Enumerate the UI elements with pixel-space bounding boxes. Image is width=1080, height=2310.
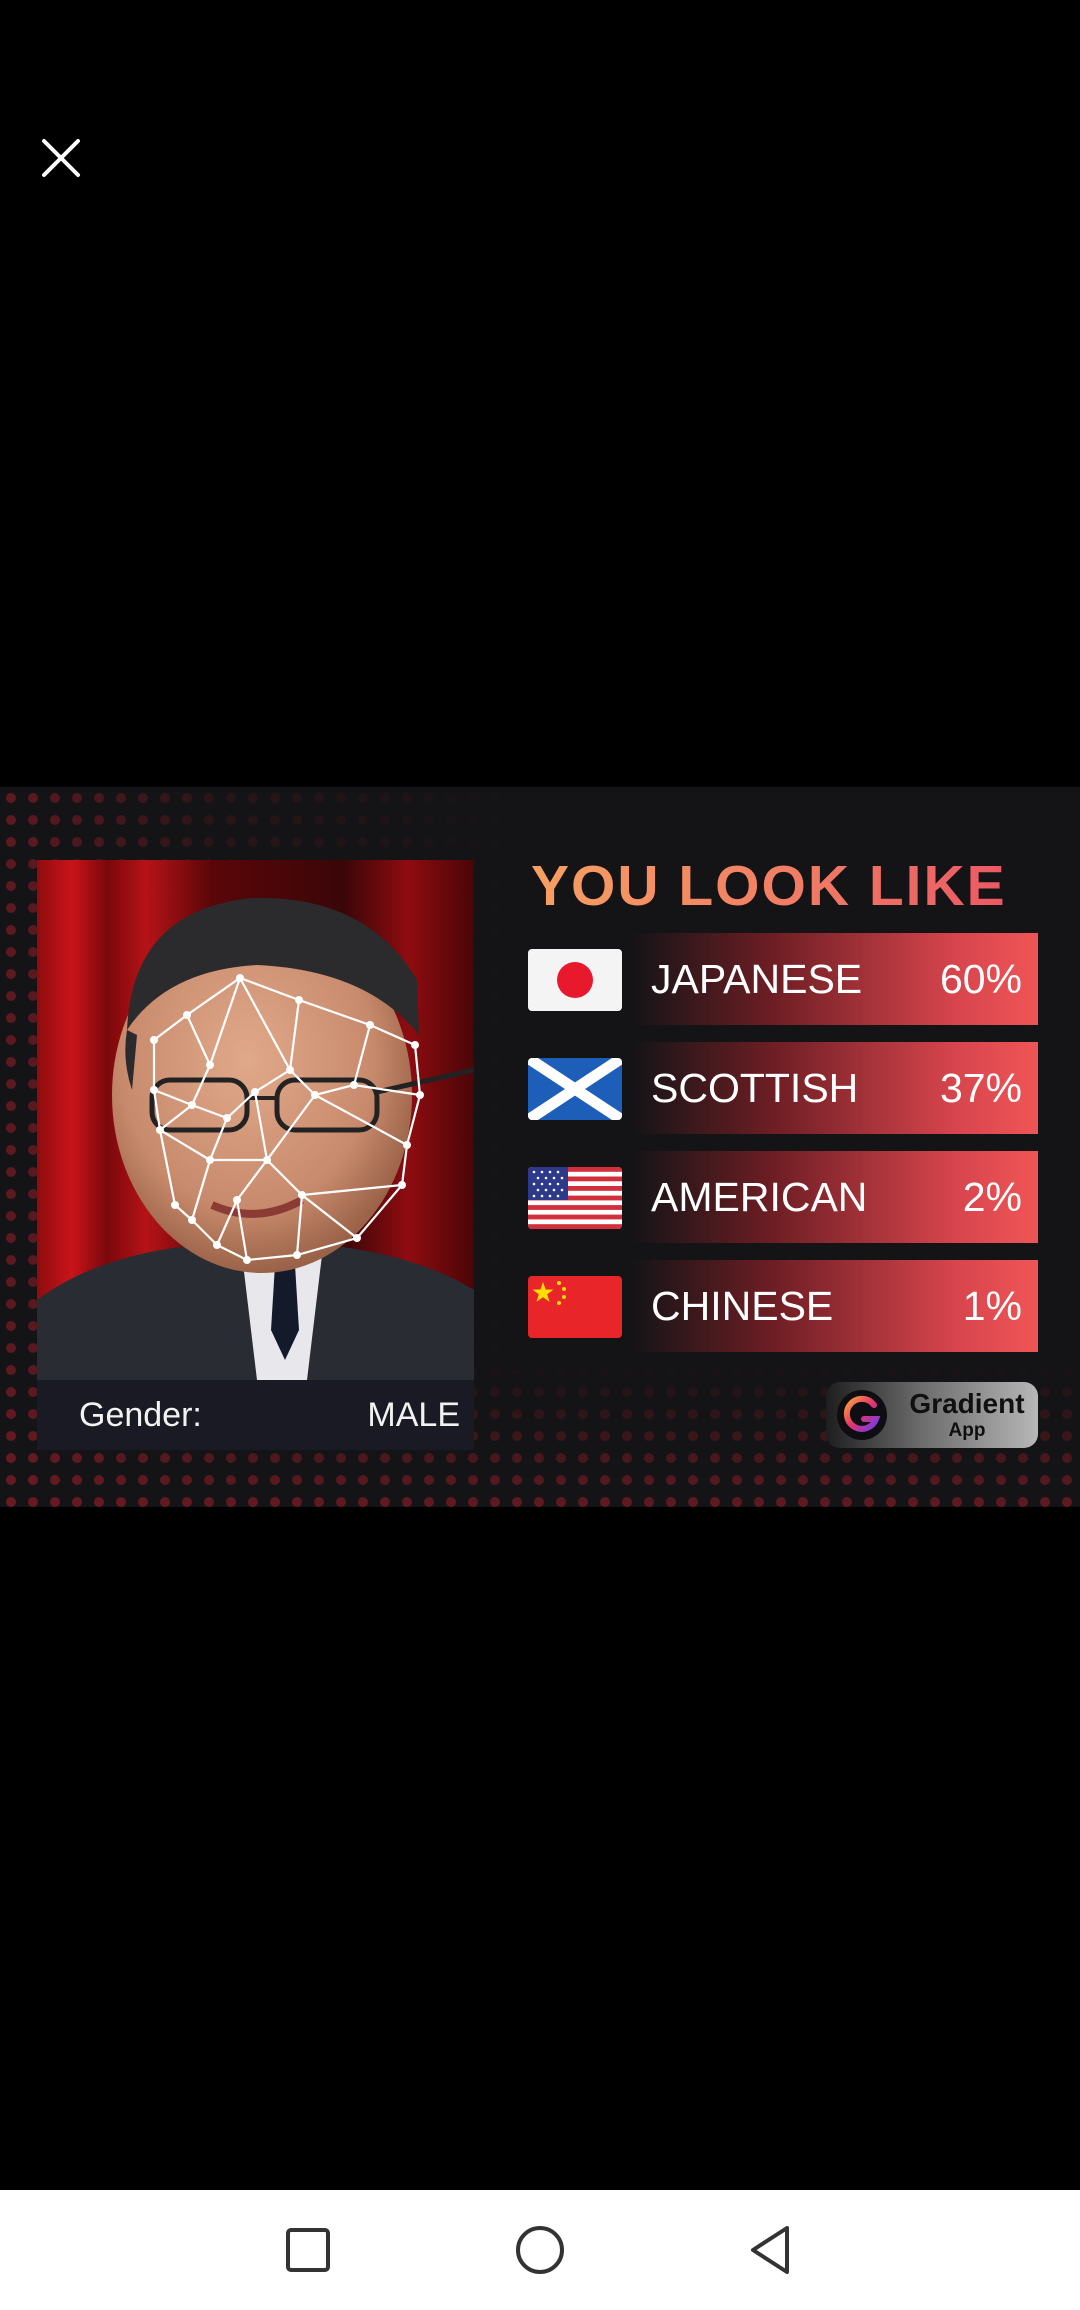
- square-icon: [286, 2228, 330, 2272]
- gender-value: MALE: [367, 1395, 460, 1434]
- result-row-japanese: JAPANESE 60%: [528, 933, 1038, 1025]
- result-row-scottish: SCOTTISH 37%: [528, 1042, 1038, 1134]
- gender-label: Gender:: [79, 1395, 202, 1434]
- home-button[interactable]: [502, 2212, 578, 2288]
- headline: YOU LOOK LIKE: [531, 853, 1041, 919]
- china-flag-icon: [528, 1276, 622, 1338]
- face-photo: [37, 860, 474, 1380]
- result-label: JAPANESE: [651, 956, 863, 1002]
- result-percent: 1%: [962, 1283, 1022, 1329]
- close-icon: [42, 139, 80, 177]
- result-row-american: AMERICAN 2%: [528, 1151, 1038, 1243]
- result-label: CHINESE: [651, 1283, 834, 1329]
- result-label: AMERICAN: [651, 1174, 868, 1220]
- result-label: SCOTTISH: [651, 1065, 859, 1111]
- japan-flag-icon: [528, 949, 622, 1011]
- result-card: Gender: MALE YOU LOOK LIKE JAPANESE 60% …: [0, 787, 1080, 1507]
- result-percent: 60%: [939, 956, 1022, 1002]
- recents-button[interactable]: [270, 2212, 346, 2288]
- gradient-logo-icon: [837, 1390, 887, 1440]
- brand-sub: App: [948, 1420, 986, 1441]
- result-percent: 2%: [962, 1174, 1022, 1220]
- back-button[interactable]: [733, 2212, 809, 2288]
- result-row-chinese: CHINESE 1%: [528, 1260, 1038, 1352]
- usa-flag-icon: [528, 1167, 622, 1229]
- system-nav-bar: [0, 2190, 1080, 2310]
- close-button[interactable]: [38, 135, 84, 181]
- gender-row: Gender: MALE: [37, 1380, 474, 1450]
- brand-name: Gradient: [909, 1388, 1025, 1419]
- triangle-back-icon: [751, 2226, 789, 2274]
- gradient-app-badge: Gradient App: [826, 1382, 1038, 1448]
- result-percent: 37%: [939, 1065, 1022, 1111]
- circle-icon: [516, 2226, 564, 2274]
- scotland-flag-icon: [528, 1058, 622, 1120]
